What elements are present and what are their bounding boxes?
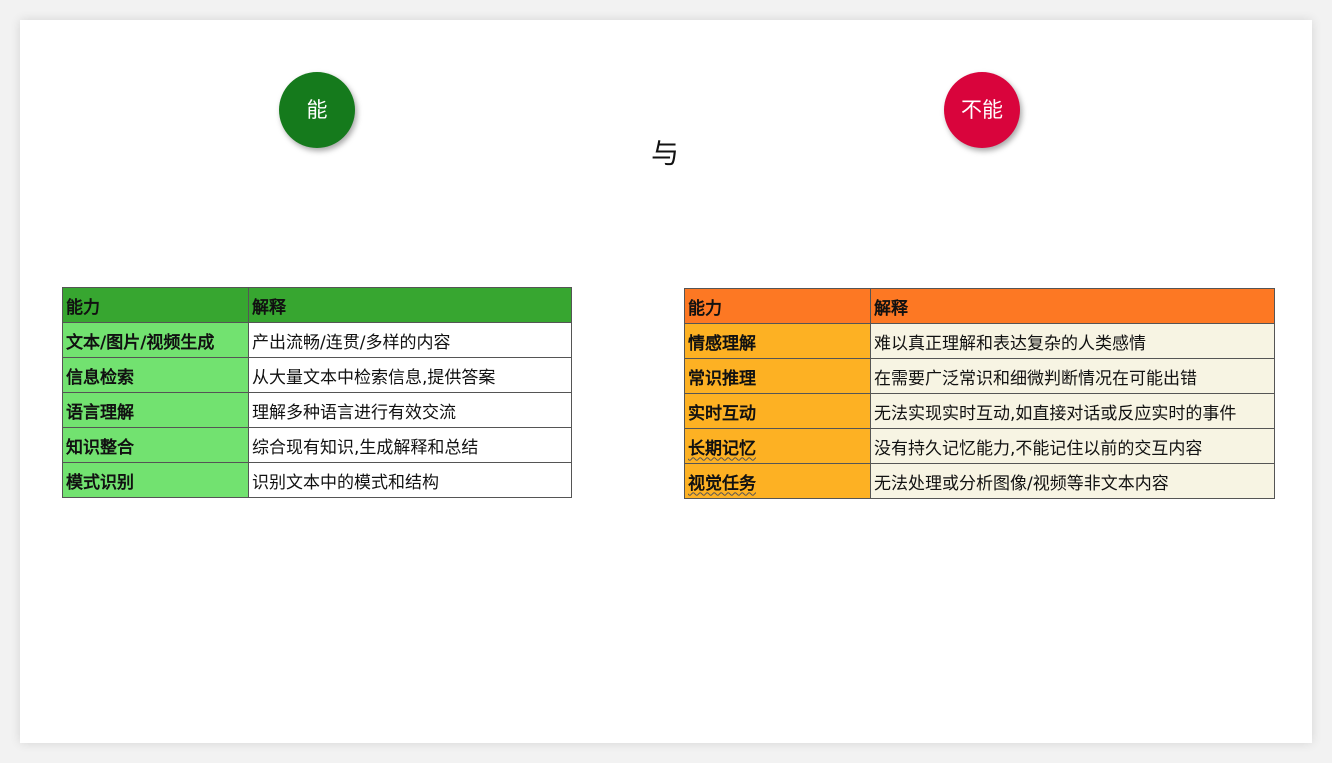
explanation-cell: 从大量文本中检索信息,提供答案: [248, 357, 572, 393]
table-row: 语言理解 理解多种语言进行有效交流: [62, 392, 572, 428]
limitation-cell: 情感理解: [684, 323, 871, 359]
ability-cell: 语言理解: [62, 392, 249, 428]
explanation-cell: 产出流畅/连贯/多样的内容: [248, 322, 572, 358]
table-row: 模式识别 识别文本中的模式和结构: [62, 462, 572, 498]
table-row: 知识整合 综合现有知识,生成解释和总结: [62, 427, 572, 463]
spellcheck-underlined-text: 长期记忆: [688, 438, 756, 459]
connector-text: 与: [650, 137, 679, 170]
header-cell-explanation: 解释: [870, 288, 1275, 324]
limitation-cell: 常识推理: [684, 358, 871, 394]
table-row: 实时互动 无法实现实时互动,如直接对话或反应实时的事件: [684, 393, 1275, 429]
table-header-row: 能力 解释: [62, 287, 572, 323]
explanation-cell: 综合现有知识,生成解释和总结: [248, 427, 572, 463]
explanation-cell: 识别文本中的模式和结构: [248, 462, 572, 498]
can-badge: 能: [279, 72, 355, 148]
limitation-cell: 实时互动: [684, 393, 871, 429]
header-cell-ability: 能力: [684, 288, 871, 324]
table-row: 信息检索 从大量文本中检索信息,提供答案: [62, 357, 572, 393]
explanation-cell: 理解多种语言进行有效交流: [248, 392, 572, 428]
table-row: 长期记忆 没有持久记忆能力,不能记住以前的交互内容: [684, 428, 1275, 464]
header-cell-explanation: 解释: [248, 287, 572, 323]
explanation-cell: 在需要广泛常识和细微判断情况在可能出错: [870, 358, 1275, 394]
ability-cell: 信息检索: [62, 357, 249, 393]
ability-cell: 知识整合: [62, 427, 249, 463]
header-cell-ability: 能力: [62, 287, 249, 323]
limitation-cell: 视觉任务: [684, 463, 871, 499]
explanation-cell: 没有持久记忆能力,不能记住以前的交互内容: [870, 428, 1275, 464]
can-table: 能力 解释 文本/图片/视频生成 产出流畅/连贯/多样的内容 信息检索 从大量文…: [62, 287, 572, 498]
table-row: 视觉任务 无法处理或分析图像/视频等非文本内容: [684, 463, 1275, 499]
explanation-cell: 难以真正理解和表达复杂的人类感情: [870, 323, 1275, 359]
table-row: 文本/图片/视频生成 产出流畅/连贯/多样的内容: [62, 322, 572, 358]
ability-cell: 文本/图片/视频生成: [62, 322, 249, 358]
table-row: 情感理解 难以真正理解和表达复杂的人类感情: [684, 323, 1275, 359]
cannot-badge: 不能: [944, 72, 1020, 148]
table-header-row: 能力 解释: [684, 288, 1275, 324]
ability-cell: 模式识别: [62, 462, 249, 498]
spellcheck-underlined-text: 视觉任务: [688, 473, 756, 494]
table-row: 常识推理 在需要广泛常识和细微判断情况在可能出错: [684, 358, 1275, 394]
explanation-cell: 无法实现实时互动,如直接对话或反应实时的事件: [870, 393, 1275, 429]
limitation-cell: 长期记忆: [684, 428, 871, 464]
explanation-cell: 无法处理或分析图像/视频等非文本内容: [870, 463, 1275, 499]
cannot-table: 能力 解释 情感理解 难以真正理解和表达复杂的人类感情 常识推理 在需要广泛常识…: [684, 288, 1275, 499]
